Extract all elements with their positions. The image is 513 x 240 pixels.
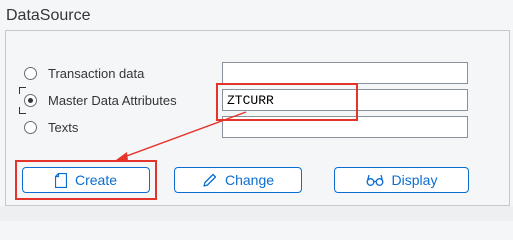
display-label: Display [391, 172, 438, 188]
radio-label: Master Data Attributes [48, 92, 177, 108]
radio-dot [28, 97, 33, 103]
datasource-title: DataSource [6, 7, 91, 24]
radio-button[interactable] [24, 120, 37, 134]
radio-label: Transaction data [48, 65, 145, 81]
focus-indicator [19, 87, 26, 94]
display-button[interactable]: Display [334, 167, 469, 193]
radio-button[interactable] [24, 66, 37, 80]
footer-strip [0, 206, 513, 221]
create-label: Create [74, 172, 118, 188]
change-button[interactable]: Change [174, 167, 302, 193]
radio-texts[interactable]: Texts [24, 118, 78, 136]
texts-field[interactable] [222, 116, 468, 138]
create-button[interactable]: Create [22, 167, 150, 193]
pencil-icon [202, 173, 217, 188]
radio-transaction-data[interactable]: Transaction data [24, 64, 144, 82]
radio-master-data-attributes[interactable]: Master Data Attributes [24, 91, 177, 109]
glasses-icon [366, 173, 384, 187]
focus-indicator [19, 107, 26, 114]
change-label: Change [224, 172, 275, 188]
radio-label: Texts [48, 119, 79, 135]
master-data-attributes-field[interactable]: ZTCURR [222, 89, 468, 111]
document-icon [54, 172, 67, 188]
radio-button-selected[interactable] [24, 93, 37, 107]
transaction-data-field[interactable] [222, 62, 468, 84]
